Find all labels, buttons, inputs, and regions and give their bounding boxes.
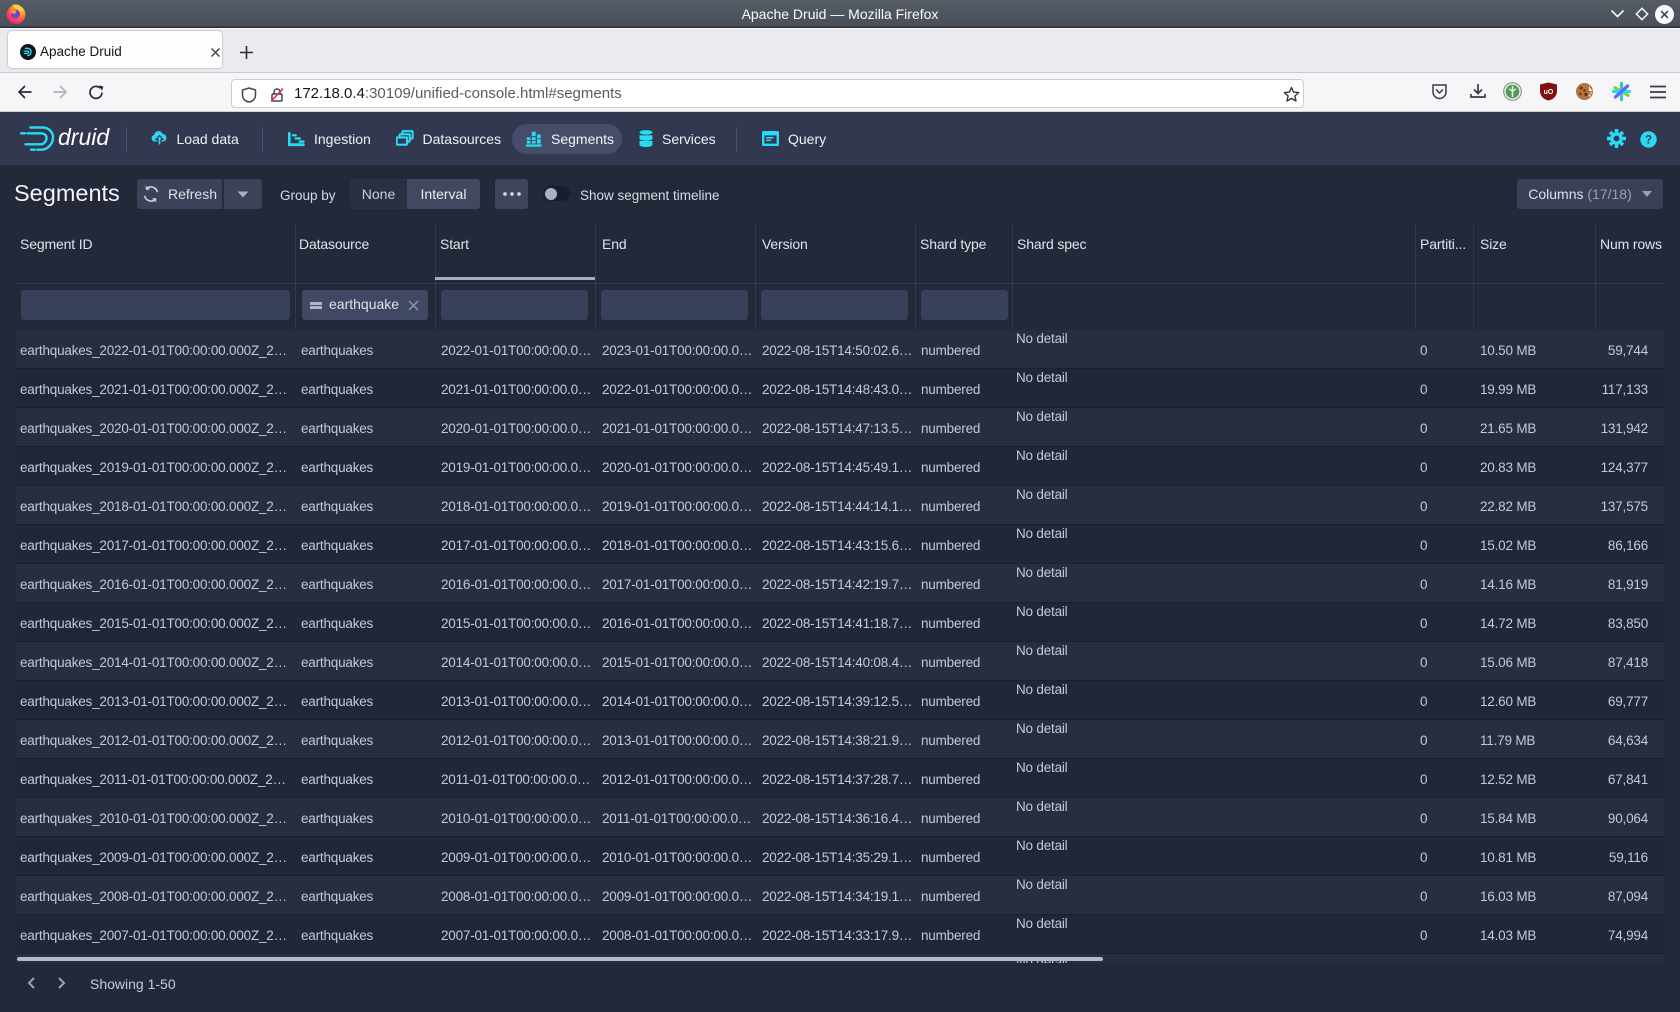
svg-text:?: ?	[1645, 135, 1652, 147]
svg-text:uO: uO	[1544, 89, 1554, 96]
